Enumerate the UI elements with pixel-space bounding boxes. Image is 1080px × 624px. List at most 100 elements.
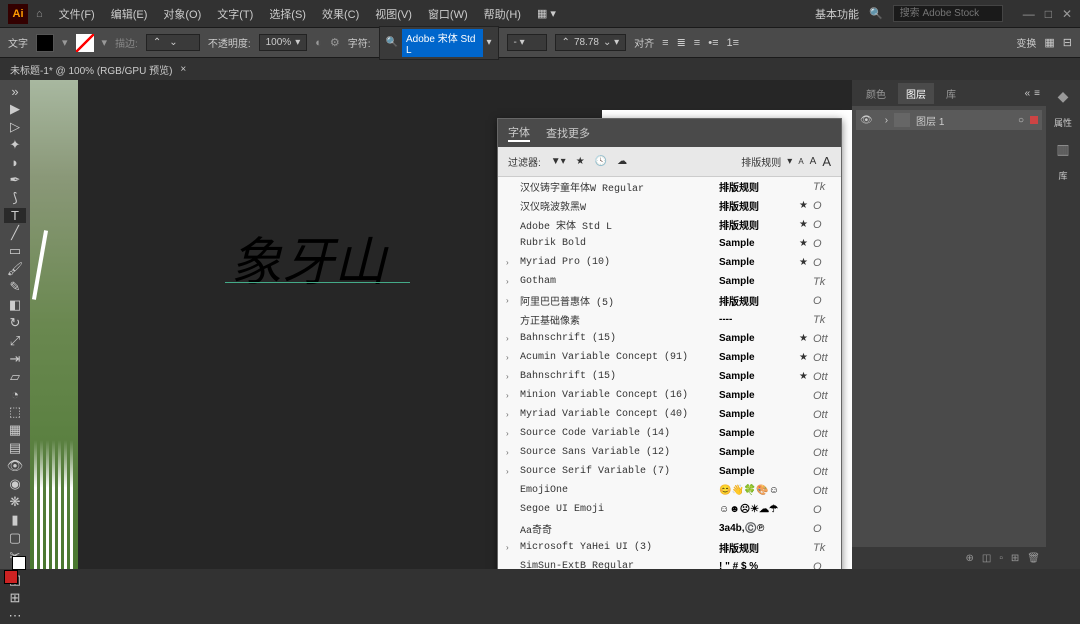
- expand-icon[interactable]: ›: [506, 429, 518, 438]
- pen-tool[interactable]: ✒: [4, 172, 26, 188]
- shaper-tool[interactable]: ✎: [4, 279, 26, 295]
- font-row[interactable]: ›Myriad Pro (10)Sample★O: [498, 253, 841, 272]
- filter-favorite-icon[interactable]: ★: [576, 156, 585, 167]
- sample-size-small-icon[interactable]: A: [798, 157, 803, 166]
- toolbox-collapse-icon[interactable]: »: [4, 84, 26, 99]
- font-row[interactable]: ›阿里巴巴普惠体 (5)排版规则O: [498, 291, 841, 310]
- mesh-tool[interactable]: ▦: [4, 422, 26, 438]
- menu-view[interactable]: 视图(V): [367, 6, 420, 22]
- stroke-weight-input[interactable]: ⌃ ⌄: [146, 34, 200, 51]
- window-close[interactable]: ✕: [1062, 7, 1072, 21]
- menu-file[interactable]: 文件(F): [51, 6, 103, 22]
- font-row[interactable]: 汉仪铸字童年体W Regular排版规则Tk: [498, 177, 841, 196]
- lasso-tool[interactable]: ◗: [4, 155, 26, 170]
- align-center-icon[interactable]: ≣: [677, 36, 686, 49]
- curvature-tool[interactable]: ⟆: [4, 190, 26, 206]
- selection-tool[interactable]: ▶: [4, 101, 26, 117]
- align-right-icon[interactable]: ≡: [694, 37, 700, 49]
- eyedropper-tool[interactable]: 👁: [4, 458, 26, 474]
- layer-name[interactable]: 图层 1: [916, 113, 944, 128]
- menu-type[interactable]: 文字(T): [209, 6, 261, 22]
- font-row[interactable]: 汉仪晓波敦黑W排版规则★O: [498, 196, 841, 215]
- perspective-tool[interactable]: ⬚: [4, 404, 26, 420]
- column-graph-tool[interactable]: ▮: [4, 512, 26, 528]
- fx-icon[interactable]: ⚙: [330, 36, 340, 49]
- sample-size-med-icon[interactable]: A: [810, 156, 817, 167]
- filter-recent-icon[interactable]: 🕓: [595, 156, 607, 167]
- panel-tab-color[interactable]: 颜色: [858, 83, 894, 104]
- locate-object-icon[interactable]: ⊕: [966, 553, 974, 564]
- font-row[interactable]: Adobe 宋体 Std L排版规则★O: [498, 215, 841, 234]
- expand-icon[interactable]: ›: [506, 391, 518, 400]
- expand-icon[interactable]: ›: [506, 467, 518, 476]
- expand-icon[interactable]: ›: [506, 296, 518, 305]
- menu-extras-icon[interactable]: ▦ ▾: [529, 7, 564, 20]
- window-minimize[interactable]: —: [1023, 7, 1035, 21]
- workspace-switcher[interactable]: 基本功能: [815, 6, 859, 22]
- expand-icon[interactable]: ›: [506, 410, 518, 419]
- font-row[interactable]: 方正基础像素----Tk: [498, 310, 841, 329]
- search-icon[interactable]: 🔍: [869, 7, 883, 20]
- properties-panel-icon[interactable]: ◆: [1053, 86, 1073, 106]
- font-row[interactable]: ›Microsoft YaHei UI (3)排版规则Tk: [498, 538, 841, 557]
- menu-object[interactable]: 对象(O): [155, 6, 209, 22]
- gradient-tool[interactable]: ▤: [4, 440, 26, 456]
- stroke-dropdown-icon[interactable]: ▾: [102, 36, 108, 49]
- free-transform-tool[interactable]: ▱: [4, 369, 26, 385]
- libraries-panel-icon[interactable]: ▥: [1053, 139, 1073, 159]
- expand-icon[interactable]: ›: [506, 353, 518, 362]
- align-left-icon[interactable]: ≡: [662, 37, 668, 49]
- blend-tool[interactable]: ◉: [4, 476, 26, 492]
- expand-icon[interactable]: ›: [506, 543, 518, 552]
- new-layer-icon[interactable]: ⊞: [1011, 553, 1019, 564]
- create-sublayer-icon[interactable]: ▫: [999, 553, 1003, 564]
- canvas[interactable]: 象牙山 字体 查找更多 过滤器: ▼▾ ★ 🕓 ☁ 排版规则 ▾ A A A: [30, 80, 852, 569]
- symbol-sprayer-tool[interactable]: ❋: [4, 494, 26, 510]
- home-icon[interactable]: ⌂: [36, 8, 43, 20]
- panel-menu-icon[interactable]: ▦: [1044, 36, 1054, 49]
- font-style-dropdown[interactable]: - ▾: [507, 34, 547, 51]
- font-row[interactable]: SimSun-ExtB Regular! " # $ %O: [498, 557, 841, 569]
- layer-row[interactable]: 👁 › 图层 1 ○: [856, 110, 1042, 130]
- favorite-icon[interactable]: ★: [799, 200, 813, 211]
- menu-help[interactable]: 帮助(H): [476, 6, 529, 22]
- shape-builder-tool[interactable]: ◔: [4, 387, 26, 402]
- list-bullet-icon[interactable]: •≡: [708, 37, 718, 49]
- options-collapse-icon[interactable]: ⊟: [1063, 36, 1072, 49]
- menu-window[interactable]: 窗口(W): [420, 6, 476, 22]
- panel-menu-icon[interactable]: ≡: [1034, 88, 1040, 99]
- panel-collapse-icon[interactable]: «: [1025, 88, 1031, 99]
- screen-mode-icon[interactable]: ⊞: [4, 590, 26, 606]
- make-clipping-mask-icon[interactable]: ◫: [982, 553, 991, 564]
- opacity-input[interactable]: 100% ▾: [259, 34, 308, 51]
- expand-icon[interactable]: ›: [885, 115, 888, 126]
- fill-swatch[interactable]: [36, 34, 54, 52]
- font-row[interactable]: EmojiOne😊👋🍀🎨☺Ott: [498, 481, 841, 500]
- list-ordered-icon[interactable]: 1≡: [727, 37, 740, 49]
- font-row[interactable]: ›GothamSampleTk: [498, 272, 841, 291]
- target-icon[interactable]: ○: [1018, 115, 1024, 126]
- text-object[interactable]: 象牙山: [230, 220, 386, 295]
- panel-tab-layers[interactable]: 图层: [898, 83, 934, 104]
- expand-icon[interactable]: ›: [506, 277, 518, 286]
- stroke-swatch[interactable]: [76, 34, 94, 52]
- recolor-icon[interactable]: ◐: [315, 37, 322, 49]
- scale-tool[interactable]: ⤢: [4, 333, 26, 349]
- menu-edit[interactable]: 编辑(E): [103, 6, 156, 22]
- type-tool[interactable]: T: [4, 208, 26, 223]
- font-row[interactable]: ›Myriad Variable Concept (40)SampleOtt: [498, 405, 841, 424]
- font-tab-findmore[interactable]: 查找更多: [546, 125, 590, 141]
- expand-icon[interactable]: ›: [506, 258, 518, 267]
- fill-dropdown-icon[interactable]: ▾: [62, 36, 68, 49]
- document-tab[interactable]: 未标题-1* @ 100% (RGB/GPU 预览) ×: [0, 58, 1080, 80]
- favorite-icon[interactable]: ★: [799, 352, 813, 363]
- font-size-input[interactable]: ⌃ 78.78 ⌄ ▾: [555, 34, 627, 51]
- font-row[interactable]: ›Acumin Variable Concept (91)Sample★Ott: [498, 348, 841, 367]
- stock-search-input[interactable]: [893, 5, 1003, 22]
- font-row[interactable]: Rubrik BoldSample★O: [498, 234, 841, 253]
- font-row[interactable]: ›Minion Variable Concept (16)SampleOtt: [498, 386, 841, 405]
- sample-size-large-icon[interactable]: A: [822, 154, 831, 169]
- rectangle-tool[interactable]: ▭: [4, 243, 26, 259]
- font-row[interactable]: ›Source Code Variable (14)SampleOtt: [498, 424, 841, 443]
- placed-image[interactable]: [30, 80, 78, 569]
